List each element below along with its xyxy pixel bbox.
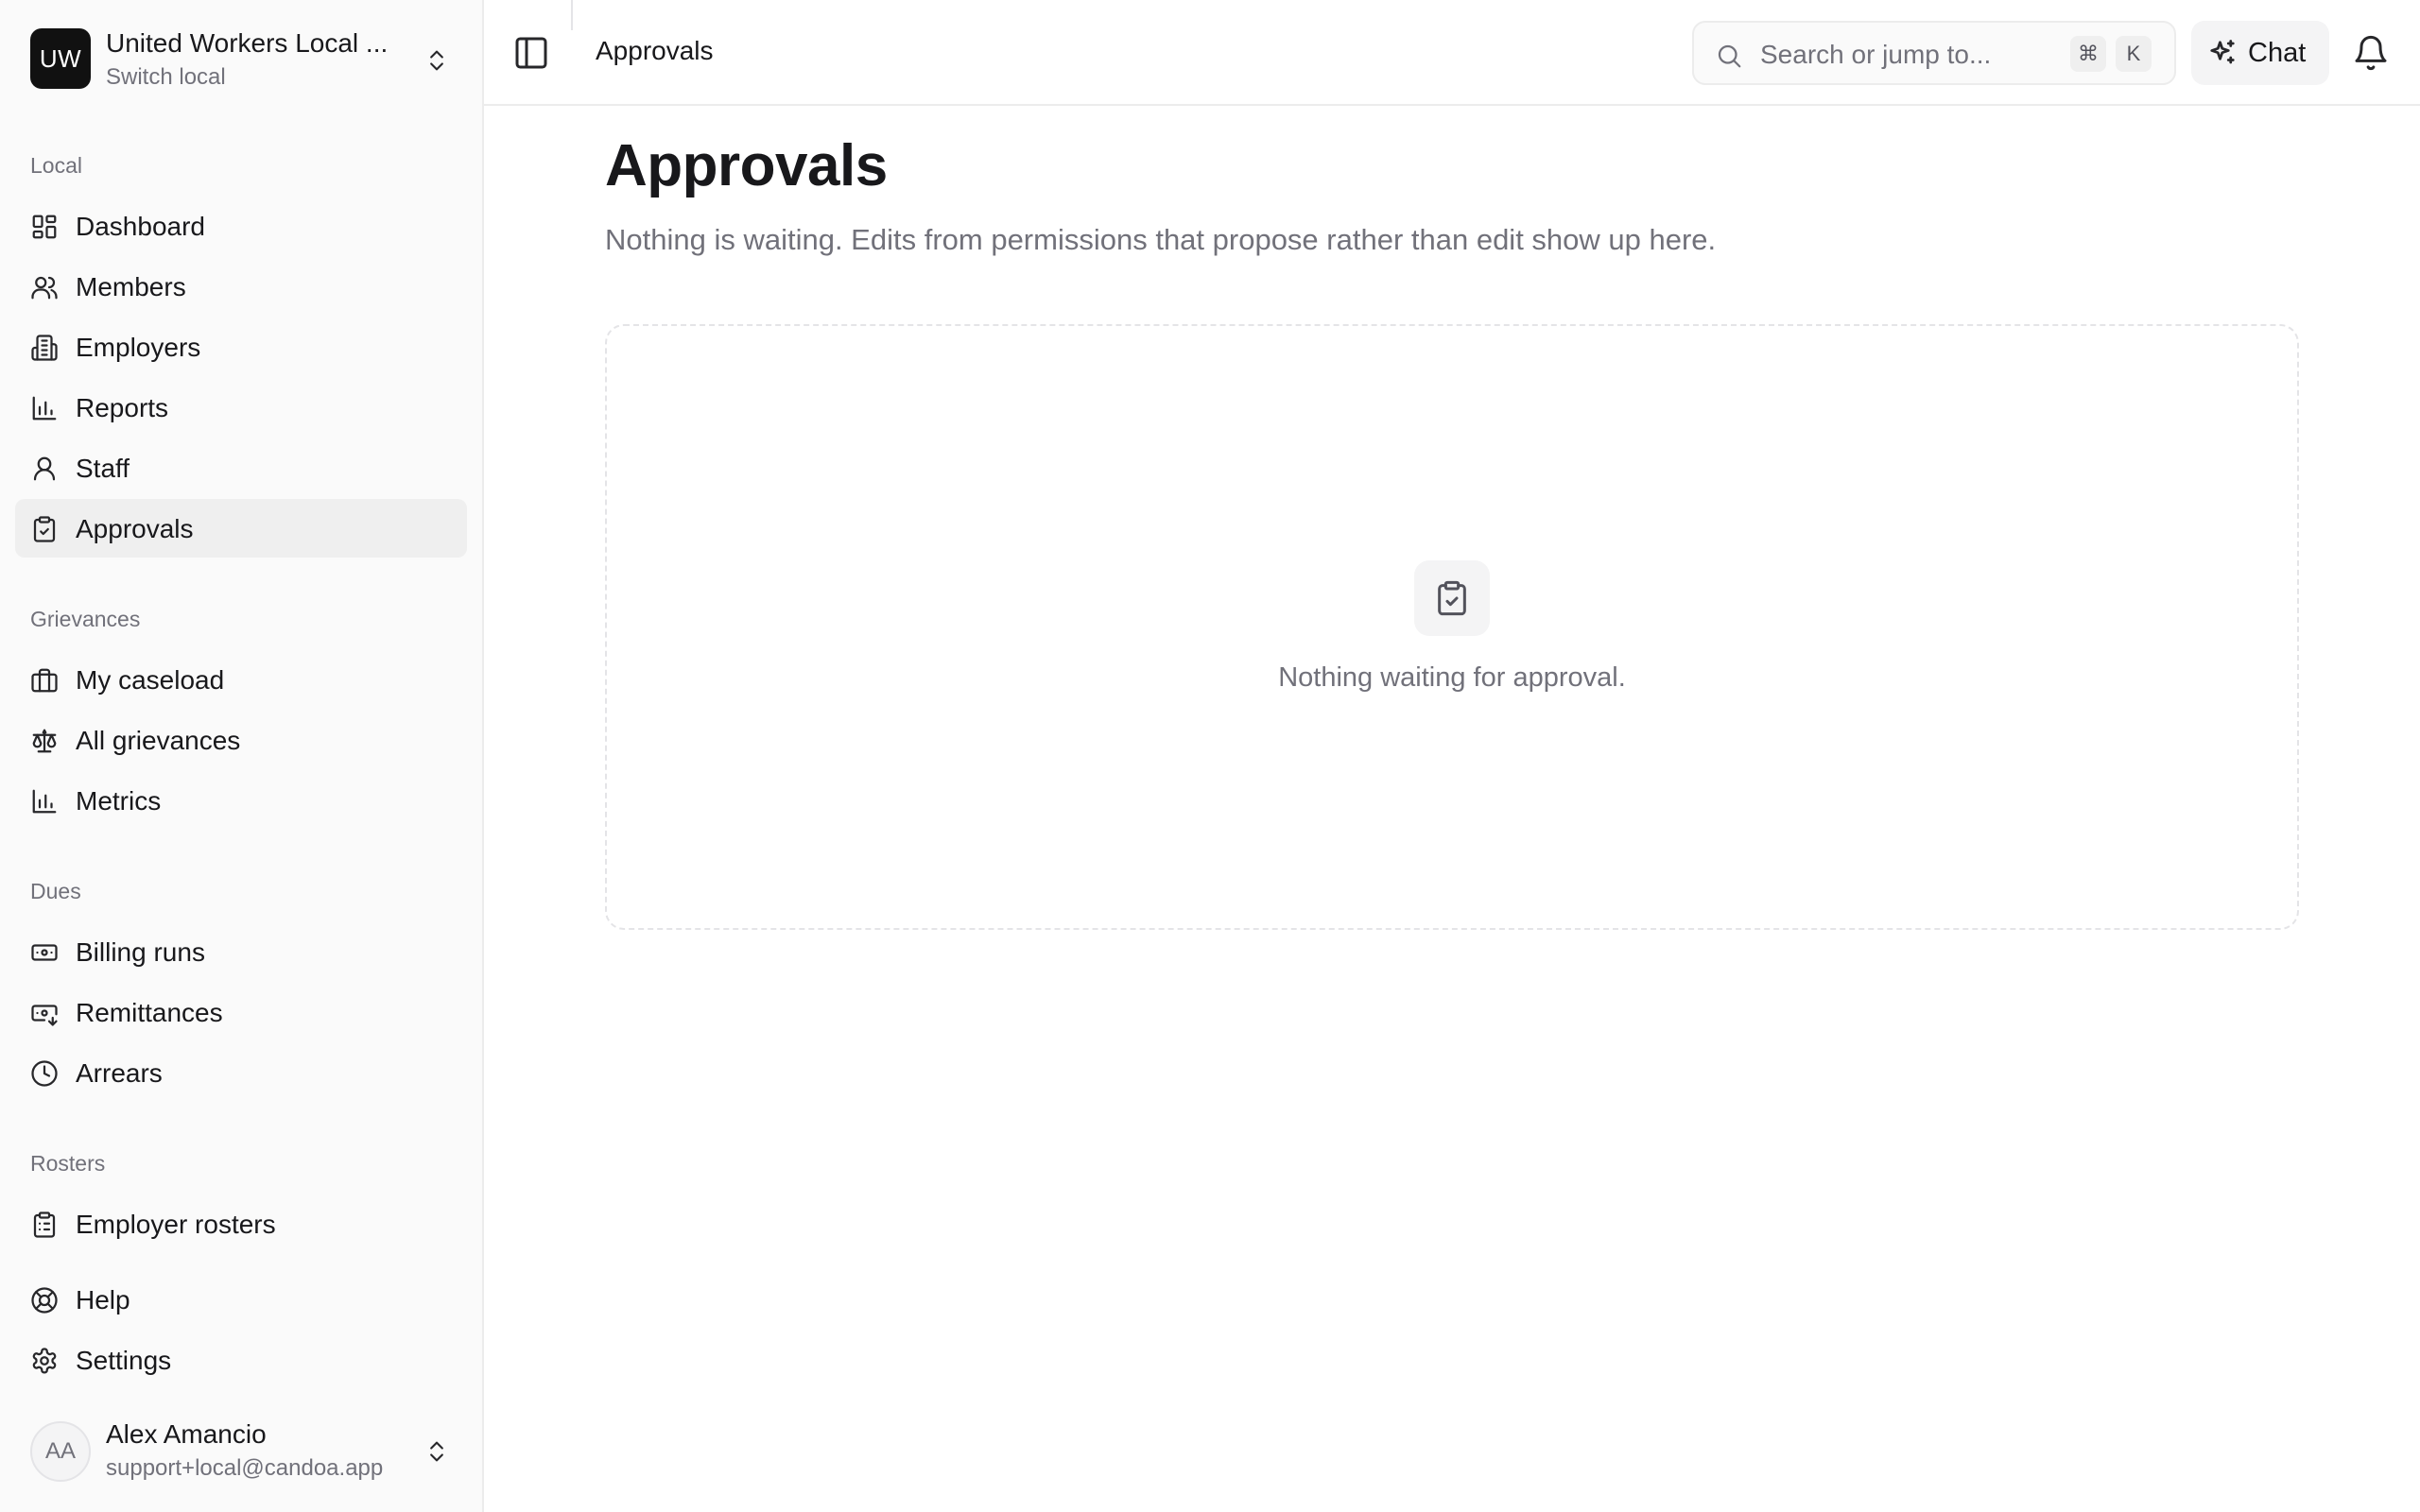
sparkles-icon xyxy=(2210,40,2235,64)
org-logo: UW xyxy=(30,28,91,89)
sidebar-item-dashboard[interactable]: Dashboard xyxy=(15,197,467,255)
top-header: Approvals Search or jump to... ⌘ K Chat xyxy=(484,0,2420,106)
bell-icon[interactable] xyxy=(2352,34,2390,72)
section-label-rosters: Rosters xyxy=(30,1151,106,1176)
sidebar-item-members[interactable]: Members xyxy=(15,257,467,316)
sidebar-item-help[interactable]: Help xyxy=(15,1270,467,1329)
search-icon xyxy=(1718,44,1741,68)
sidebar-item-remittances[interactable]: Remittances xyxy=(15,983,467,1041)
section-label-local: Local xyxy=(30,153,82,178)
sidebar-item-label: Settings xyxy=(76,1346,172,1375)
banknote-arrow-icon xyxy=(31,1005,58,1026)
gear-icon xyxy=(32,1348,57,1374)
sidebar-item-employer-rosters[interactable]: Employer rosters xyxy=(15,1194,467,1253)
sidebar-item-label: My caseload xyxy=(76,665,225,695)
sidebar-item-all-grievances[interactable]: All grievances xyxy=(15,711,467,769)
org-switch-label: Switch local xyxy=(106,64,226,90)
building-icon xyxy=(31,335,58,361)
sidebar-item-settings[interactable]: Settings xyxy=(15,1331,467,1389)
user-icon xyxy=(33,456,56,481)
clock-icon xyxy=(31,1060,58,1087)
sidebar: UW United Workers Local ... Switch local… xyxy=(0,0,484,1512)
sidebar-item-label: Arrears xyxy=(76,1058,163,1088)
sidebar-item-label: Reports xyxy=(76,393,169,422)
chevrons-up-down-icon xyxy=(430,1441,443,1462)
user-email: support+local@candoa.app xyxy=(106,1455,384,1481)
sidebar-item-arrears[interactable]: Arrears xyxy=(15,1043,467,1102)
org-switcher[interactable]: UW United Workers Local ... Switch local xyxy=(15,15,469,106)
sidebar-item-staff[interactable]: Staff xyxy=(15,438,467,497)
sidebar-item-label: Employer rosters xyxy=(76,1210,276,1239)
life-buoy-icon xyxy=(31,1287,58,1314)
empty-state-icon-box xyxy=(1414,560,1490,636)
sidebar-toggle-icon[interactable] xyxy=(512,34,550,72)
chat-button-label: Chat xyxy=(2248,38,2307,68)
search-input[interactable]: Search or jump to... ⌘ K xyxy=(1692,21,2176,85)
header-divider xyxy=(571,0,573,30)
sidebar-item-label: Employers xyxy=(76,333,201,362)
empty-state-text: Nothing waiting for approval. xyxy=(1278,662,1626,693)
briefcase-icon xyxy=(31,668,58,693)
sidebar-item-label: All grievances xyxy=(76,726,241,755)
sidebar-item-approvals[interactable]: Approvals xyxy=(15,499,467,558)
chat-button[interactable]: Chat xyxy=(2191,21,2329,85)
sidebar-item-label: Members xyxy=(76,272,186,301)
search-placeholder: Search or jump to... xyxy=(1760,40,1992,69)
users-icon xyxy=(31,276,58,300)
sidebar-item-my-caseload[interactable]: My caseload xyxy=(15,650,467,709)
sidebar-item-label: Billing runs xyxy=(76,937,205,967)
clipboard-check-icon xyxy=(1438,580,1466,616)
empty-state-card: Nothing waiting for approval. xyxy=(605,324,2299,930)
page-title: Approvals xyxy=(605,133,888,198)
avatar: AA xyxy=(30,1421,91,1482)
sidebar-item-billing-runs[interactable]: Billing runs xyxy=(15,922,467,981)
user-name: Alex Amancio xyxy=(106,1419,267,1449)
section-label-dues: Dues xyxy=(30,879,81,903)
sidebar-item-label: Help xyxy=(76,1285,130,1314)
sidebar-item-employers[interactable]: Employers xyxy=(15,318,467,376)
clipboard-list-icon xyxy=(33,1211,56,1238)
bar-chart-icon xyxy=(32,396,57,421)
bar-chart-icon xyxy=(32,789,57,814)
breadcrumb: Approvals xyxy=(596,36,714,65)
page-description: Nothing is waiting. Edits from permissio… xyxy=(605,223,1717,256)
shortcut-key-k: K xyxy=(2116,36,2152,72)
sidebar-item-label: Remittances xyxy=(76,998,223,1027)
sidebar-item-reports[interactable]: Reports xyxy=(15,378,467,437)
chevrons-up-down-icon xyxy=(430,50,443,71)
shortcut-key-cmd: ⌘ xyxy=(2070,36,2106,72)
clipboard-check-icon xyxy=(33,516,56,542)
scale-icon xyxy=(32,729,57,753)
banknote-icon xyxy=(31,944,58,961)
sidebar-item-label: Staff xyxy=(76,454,130,483)
sidebar-item-label: Metrics xyxy=(76,786,162,816)
sidebar-item-metrics[interactable]: Metrics xyxy=(15,771,467,830)
org-name: United Workers Local ... xyxy=(106,28,389,58)
user-menu[interactable]: AA Alex Amancio support+local@candoa.app xyxy=(15,1410,469,1493)
section-label-grievances: Grievances xyxy=(30,607,141,631)
dashboard-icon xyxy=(32,215,57,239)
sidebar-item-label: Approvals xyxy=(76,514,194,543)
sidebar-item-label: Dashboard xyxy=(76,212,205,241)
